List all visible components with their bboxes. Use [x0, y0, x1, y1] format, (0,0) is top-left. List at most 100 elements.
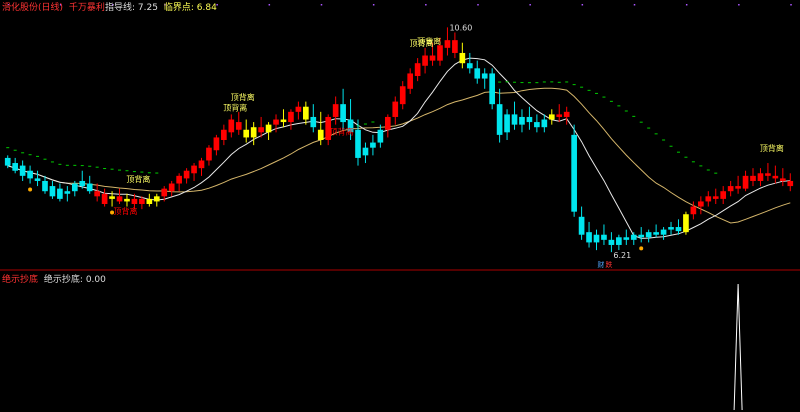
candle-body	[213, 137, 220, 151]
candle-body	[176, 175, 182, 184]
candle	[422, 47, 428, 74]
candle	[645, 229, 652, 243]
candle-body	[548, 114, 555, 120]
divergence-label: 顶背离	[223, 102, 247, 112]
candle-body	[459, 52, 466, 64]
top-mark	[790, 4, 792, 6]
candle-body	[519, 116, 525, 125]
candle	[675, 219, 682, 235]
candles	[4, 27, 794, 253]
candle	[765, 163, 771, 181]
candle-body	[511, 114, 518, 125]
top-mark	[633, 4, 636, 6]
lower-header: 绝示抄底 绝示抄底: 0.00	[2, 272, 106, 285]
buy-signal-dot	[28, 187, 33, 192]
candle	[153, 193, 160, 207]
candle-body	[161, 188, 168, 197]
candle	[12, 157, 19, 174]
candle-body	[258, 127, 264, 133]
candle-body	[86, 183, 93, 192]
candle-body	[362, 147, 369, 156]
candle	[407, 68, 414, 94]
candle	[504, 109, 510, 140]
candle	[459, 42, 466, 69]
candle-body	[34, 178, 41, 181]
candle	[399, 81, 406, 110]
candle	[608, 232, 615, 253]
candle	[384, 114, 391, 138]
candle-body	[526, 116, 533, 123]
high-price-label: 10.60	[449, 23, 472, 32]
candle-body	[645, 232, 652, 238]
candle	[79, 170, 86, 189]
candle	[414, 58, 421, 82]
candle-body	[295, 106, 302, 112]
indicator-header: 指导线: 7.25 临界点: 6.84	[105, 0, 217, 13]
candle	[370, 134, 376, 156]
candle-body	[303, 106, 309, 120]
candle	[183, 168, 190, 184]
candle	[221, 124, 227, 146]
candle-body	[466, 63, 473, 69]
candle-body	[49, 186, 56, 197]
candle-body	[593, 234, 600, 243]
candle-body	[198, 160, 205, 169]
candle-body	[772, 175, 779, 179]
candle-body	[675, 227, 682, 232]
candle	[235, 111, 242, 135]
candle	[757, 168, 764, 187]
candle-body	[228, 119, 235, 133]
candle-body	[4, 157, 11, 166]
candle	[42, 175, 48, 194]
candle	[481, 68, 488, 89]
candle	[332, 96, 339, 125]
candle	[735, 175, 741, 194]
candle-body	[71, 183, 78, 192]
candle-body	[668, 227, 674, 230]
candle	[489, 68, 495, 110]
candle-body	[399, 86, 406, 105]
candle-body	[12, 163, 19, 171]
candle-body	[630, 234, 637, 240]
low-price-label: 6.21	[613, 251, 631, 260]
candle	[206, 145, 212, 166]
top-mark	[529, 4, 531, 6]
candle	[750, 168, 756, 187]
candle-body	[340, 104, 346, 123]
candle-body	[422, 55, 428, 66]
divergence-label-low: 顶背离	[330, 127, 354, 137]
candle	[146, 193, 153, 207]
candle-body	[19, 165, 26, 176]
candle	[727, 180, 734, 197]
candle	[280, 109, 287, 128]
candle-body	[94, 191, 100, 197]
candle-body	[370, 142, 376, 148]
candle-body	[221, 129, 227, 140]
candle	[213, 134, 220, 156]
candle	[623, 229, 630, 245]
candle	[742, 170, 749, 192]
candle	[496, 88, 503, 143]
candle	[556, 104, 563, 123]
candle	[265, 122, 272, 140]
candle-body	[578, 216, 585, 235]
candle-body	[243, 129, 250, 138]
candle	[705, 191, 712, 207]
candle	[787, 173, 794, 192]
candle-body	[690, 206, 697, 215]
top-mark	[685, 4, 688, 6]
candle	[392, 96, 399, 125]
candle-body	[638, 234, 645, 238]
candle	[168, 180, 175, 197]
candle	[295, 101, 302, 120]
candle	[720, 186, 727, 204]
candle-body	[444, 40, 451, 48]
candle-body	[310, 116, 317, 128]
candle-body	[146, 198, 153, 204]
candle-body	[131, 198, 138, 204]
lower-indicator-label: 绝示抄底:	[43, 275, 83, 285]
candle-body	[563, 111, 570, 117]
candle-body	[206, 147, 212, 161]
candle-body	[355, 129, 361, 158]
divergence-label: 顶背离	[126, 174, 150, 184]
